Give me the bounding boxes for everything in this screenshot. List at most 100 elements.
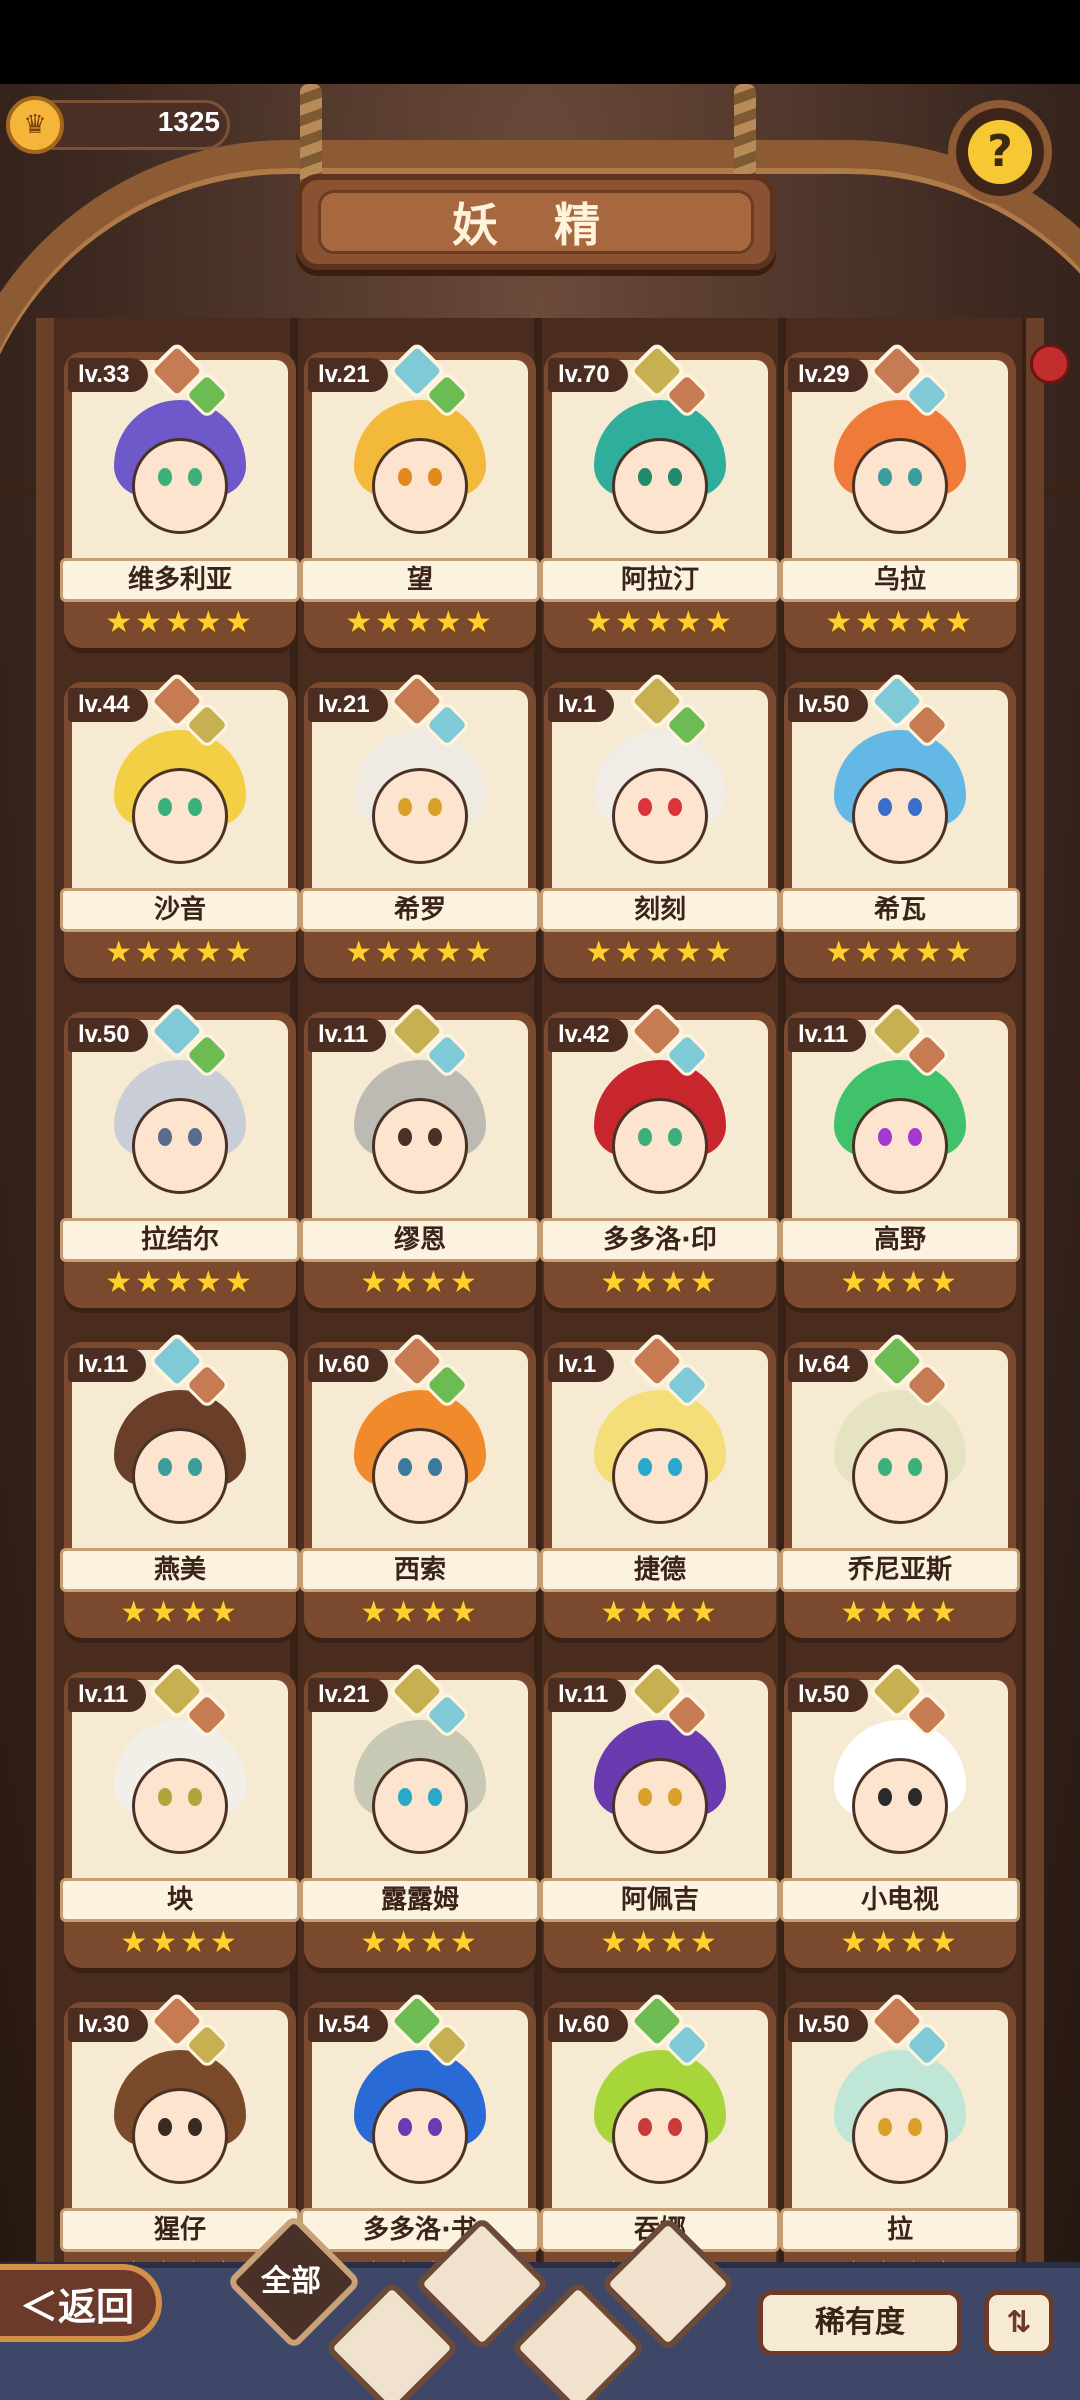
fairy-face [612,1098,708,1194]
fairy-card[interactable]: lv.11 高野 ★★★★ [780,1001,1020,1312]
fairy-face [372,1758,468,1854]
fairy-face [852,438,948,534]
fairy-card[interactable]: lv.50 拉结尔 ★★★★★ [60,1001,300,1312]
fairy-left-eye [398,468,412,486]
sort-icon[interactable]: ⇅ [984,2290,1054,2356]
fairy-card[interactable]: lv.70 阿拉汀 ★★★★★ [540,341,780,652]
fairy-card[interactable]: lv.44 沙音 ★★★★★ [60,671,300,982]
fairy-card[interactable]: lv.21 希罗 ★★★★★ [300,671,540,982]
star-rating: ★★★★ [360,1595,480,1630]
level-badge: lv.70 [548,358,628,392]
star-rating: ★★★★ [360,1925,480,1960]
fairy-name: 维多利亚 [60,558,300,602]
fairy-left-eye [878,798,892,816]
fairy-face [132,1098,228,1194]
fairy-left-eye [878,1458,892,1476]
fairy-right-eye [908,1128,922,1146]
fairy-name: 捷德 [540,1548,780,1592]
fairy-name: 拉结尔 [60,1218,300,1262]
fairy-card[interactable]: lv.21 露露姆 ★★★★ [300,1661,540,1972]
fairy-face [132,1428,228,1524]
question-mark-icon: ? [968,120,1032,184]
fairy-card[interactable]: lv.33 维多利亚 ★★★★★ [60,341,300,652]
help-button[interactable]: ? [948,100,1052,204]
fairy-face [372,438,468,534]
back-button[interactable]: ＜返回 [0,2264,162,2342]
fairy-left-eye [878,2118,892,2136]
star-rating: ★★★★★ [825,935,975,970]
fairy-right-eye [908,1458,922,1476]
level-badge: lv.11 [68,1348,147,1382]
fairy-card[interactable]: lv.64 乔尼亚斯 ★★★★ [780,1331,1020,1642]
level-badge: lv.54 [308,2008,388,2042]
fairy-right-eye [668,1128,682,1146]
fairy-name: 高野 [780,1218,1020,1262]
level-badge: lv.1 [548,1348,615,1382]
fairy-name: 望 [300,558,540,602]
fairy-right-eye [908,798,922,816]
fairy-name: 乔尼亚斯 [780,1548,1020,1592]
fairy-left-eye [398,2118,412,2136]
fairy-face [612,768,708,864]
fairy-card[interactable]: lv.60 西索 ★★★★ [300,1331,540,1642]
fairy-left-eye [638,798,652,816]
level-badge: lv.60 [308,1348,388,1382]
fairy-face [852,1428,948,1524]
fairy-card[interactable]: lv.29 乌拉 ★★★★★ [780,341,1020,652]
fairy-left-eye [398,1458,412,1476]
fairy-card[interactable]: lv.11 缪恩 ★★★★ [300,1001,540,1312]
level-badge: lv.50 [68,1018,148,1052]
level-badge: lv.21 [308,358,388,392]
level-badge: lv.29 [788,358,868,392]
crown-coin-icon: ♛ [6,96,64,154]
fairy-right-eye [428,1128,442,1146]
fairy-left-eye [638,468,652,486]
fairy-right-eye [428,798,442,816]
fairy-face [132,438,228,534]
top-black-band [0,0,1080,84]
fairy-name: 拉 [780,2208,1020,2252]
star-rating: ★★★★ [600,1595,720,1630]
fairy-face [612,2088,708,2184]
fairy-name: 刻刻 [540,888,780,932]
fairy-right-eye [188,1788,202,1806]
fairy-card[interactable]: lv.21 望 ★★★★★ [300,341,540,652]
fairy-left-eye [638,2118,652,2136]
fairy-face [372,1098,468,1194]
fairy-name: 沙音 [60,888,300,932]
fairy-card[interactable]: lv.50 希瓦 ★★★★★ [780,671,1020,982]
level-badge: lv.42 [548,1018,628,1052]
star-rating: ★★★★★ [105,935,255,970]
fairy-card[interactable]: lv.11 阿佩吉 ★★★★ [540,1661,780,1972]
fairy-name: 多多洛·印 [540,1218,780,1262]
fairy-card[interactable]: lv.1 捷德 ★★★★ [540,1331,780,1642]
fairy-left-eye [398,798,412,816]
star-rating: ★★★★ [120,1595,240,1630]
fairy-left-eye [158,1458,172,1476]
fairy-right-eye [428,1788,442,1806]
fairy-name: 燕美 [60,1548,300,1592]
fairy-left-eye [158,468,172,486]
fairy-card[interactable]: lv.42 多多洛·印 ★★★★ [540,1001,780,1312]
rarity-sort-button[interactable]: 稀有度 [758,2290,962,2356]
fairy-left-eye [878,1128,892,1146]
star-rating: ★★★★ [840,1925,960,1960]
fairy-right-eye [188,1458,202,1476]
level-badge: lv.30 [68,2008,148,2042]
fairy-left-eye [158,1788,172,1806]
fairy-left-eye [638,1128,652,1146]
fairy-name: 露露姆 [300,1878,540,1922]
fairy-name: 希罗 [300,888,540,932]
fairy-face [132,2088,228,2184]
star-rating: ★★★★ [840,1595,960,1630]
fairy-card[interactable]: lv.50拉★★★★ [780,1991,1020,2302]
fairy-card[interactable]: lv.11 燕美 ★★★★ [60,1331,300,1642]
fairy-card[interactable]: lv.50 小电视 ★★★★ [780,1661,1020,1972]
fairy-face [852,1758,948,1854]
level-badge: lv.11 [308,1018,387,1052]
fairy-card[interactable]: lv.1 刻刻 ★★★★★ [540,671,780,982]
fairy-card[interactable]: lv.11 坱 ★★★★ [60,1661,300,1972]
fairy-left-eye [158,2118,172,2136]
fairy-right-eye [188,2118,202,2136]
fairy-right-eye [908,1788,922,1806]
